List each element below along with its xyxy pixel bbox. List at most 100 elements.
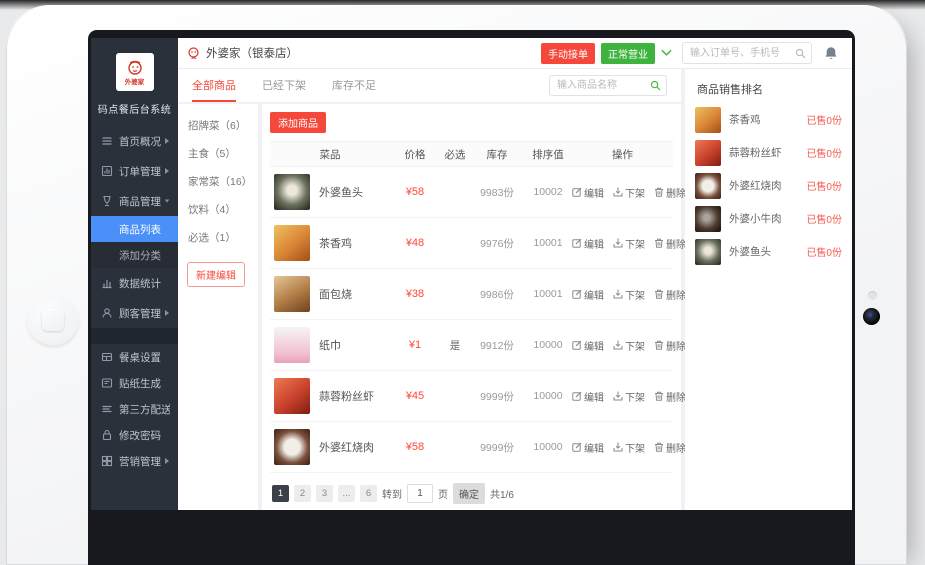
sidebar-item-sticker-generate[interactable]: 贴纸生成: [91, 370, 178, 396]
tab-low-stock[interactable]: 库存不足: [332, 69, 376, 102]
sticker-icon: [101, 377, 113, 389]
category-item-staple[interactable]: 主食（5）: [178, 140, 258, 168]
trash-icon: [654, 340, 664, 350]
off-shelf-button[interactable]: 下架: [613, 236, 645, 251]
business-status-button[interactable]: 正常营业: [601, 43, 655, 64]
delete-button[interactable]: 删除: [654, 287, 686, 302]
ranking-item[interactable]: 蒜蓉粉丝虾 已售0份: [685, 136, 852, 169]
tab-off-shelf[interactable]: 已经下架: [262, 69, 306, 102]
sidebar-item-product-list[interactable]: 商品列表: [91, 216, 178, 242]
search-icon[interactable]: [650, 80, 661, 91]
goto-confirm-button[interactable]: 确定: [453, 483, 485, 504]
page-ellipsis: ...: [338, 485, 355, 502]
edit-button[interactable]: 编辑: [572, 185, 604, 200]
system-title: 码点餐后台系统: [91, 101, 178, 116]
sidebar-item-add-category[interactable]: 添加分类: [91, 242, 178, 268]
stats-icon: [101, 277, 113, 289]
ranking-sold-count: 已售0份: [806, 244, 842, 259]
sidebar-separator: [91, 328, 178, 344]
dish-photo: [274, 174, 310, 210]
sidebar-label: 修改密码: [119, 428, 170, 443]
tabstrip-spacer: [402, 69, 549, 102]
store-name: 外婆家（银泰店）: [206, 45, 298, 61]
table-row: 外婆鱼头 ¥58 9983份 10002 编辑 下架 删除: [270, 167, 673, 218]
table-row: 外婆红烧肉 ¥58 9999份 10000 编辑 下架 删除: [270, 422, 673, 473]
home-button[interactable]: [26, 293, 80, 347]
sidebar-label: 商品管理: [119, 194, 164, 209]
topbar: 外婆家（银泰店） 手动接单 正常营业: [178, 38, 852, 69]
dish-price: ¥38: [390, 288, 440, 300]
sidebar-item-orders[interactable]: 订单管理: [91, 156, 178, 186]
sidebar-item-change-password[interactable]: 修改密码: [91, 422, 178, 448]
ranking-item[interactable]: 外婆小牛肉 已售0份: [685, 202, 852, 235]
ranking-item[interactable]: 茶香鸡 已售0份: [685, 103, 852, 136]
dish-price: ¥45: [390, 390, 440, 402]
dish-photo: [274, 378, 310, 414]
sidebar-item-third-party-delivery[interactable]: 第三方配送: [91, 396, 178, 422]
search-icon[interactable]: [795, 48, 806, 59]
edit-button[interactable]: 编辑: [572, 287, 604, 302]
chevron-right-icon: [164, 137, 170, 145]
sidebar-item-home-overview[interactable]: 首页概况: [91, 126, 178, 156]
edit-button[interactable]: 编辑: [572, 440, 604, 455]
sidebar-label: 数据统计: [119, 276, 170, 291]
chevron-right-icon: [164, 457, 170, 465]
edit-icon: [572, 289, 582, 299]
delete-button[interactable]: 删除: [654, 389, 686, 404]
category-item-required[interactable]: 必选（1）: [178, 224, 258, 252]
sidebar: 外婆家 码点餐后台系统 首页概况 订单管理 商品管理: [91, 38, 178, 510]
page-button-6[interactable]: 6: [360, 485, 377, 502]
table-row: 纸巾 ¥1 是 9912份 10000 编辑 下架 删除: [270, 320, 673, 371]
notification-bell-icon[interactable]: [824, 46, 838, 61]
sidebar-item-table-settings[interactable]: 餐桌设置: [91, 344, 178, 370]
column-header-sort: 排序值: [524, 147, 572, 162]
off-shelf-button[interactable]: 下架: [613, 338, 645, 353]
table-row: 茶香鸡 ¥48 9976份 10001 编辑 下架 删除: [270, 218, 673, 269]
category-item-signature[interactable]: 招牌菜（6）: [178, 112, 258, 140]
delete-button[interactable]: 删除: [654, 338, 686, 353]
delete-button[interactable]: 删除: [654, 236, 686, 251]
sidebar-item-customers[interactable]: 顾客管理: [91, 298, 178, 328]
off-shelf-button[interactable]: 下架: [613, 440, 645, 455]
ranking-item[interactable]: 外婆鱼头 已售0份: [685, 235, 852, 268]
add-product-button[interactable]: 添加商品: [270, 112, 326, 133]
product-search-input[interactable]: [555, 79, 650, 92]
delete-button[interactable]: 删除: [654, 185, 686, 200]
delete-button[interactable]: 删除: [654, 440, 686, 455]
dish-stock: 9986份: [470, 287, 524, 302]
page-button-1[interactable]: 1: [272, 485, 289, 502]
goto-label: 转到: [382, 486, 402, 501]
ranking-item[interactable]: 外婆红烧肉 已售0份: [685, 169, 852, 202]
goto-page-input[interactable]: [407, 484, 433, 503]
sidebar-item-products[interactable]: 商品管理: [91, 186, 178, 216]
sidebar-item-marketing[interactable]: 营销管理: [91, 448, 178, 474]
edit-button[interactable]: 编辑: [572, 389, 604, 404]
edit-button[interactable]: 编辑: [572, 338, 604, 353]
category-item-drinks[interactable]: 饮料（4）: [178, 196, 258, 224]
tab-all-products[interactable]: 全部商品: [192, 69, 236, 102]
products-icon: [101, 195, 113, 207]
category-item-homestyle[interactable]: 家常菜（16）: [178, 168, 258, 196]
sidebar-item-statistics[interactable]: 数据统计: [91, 268, 178, 298]
dish-photo: [274, 225, 310, 261]
off-shelf-icon: [613, 340, 623, 350]
brand-logo: 外婆家: [116, 53, 154, 91]
status-chevron-down-icon[interactable]: [661, 49, 672, 57]
sidebar-label: 顾客管理: [119, 306, 164, 321]
new-category-button[interactable]: 新建编辑: [187, 262, 245, 287]
page-button-3[interactable]: 3: [316, 485, 333, 502]
sidebar-label: 订单管理: [119, 164, 164, 179]
off-shelf-icon: [613, 391, 623, 401]
off-shelf-button[interactable]: 下架: [613, 287, 645, 302]
order-search-input[interactable]: [688, 47, 795, 60]
ranking-sold-count: 已售0份: [806, 112, 842, 127]
dish-name: 蒜蓉粉丝虾: [319, 388, 374, 404]
dish-sort-value: 10000: [524, 390, 572, 402]
page-button-2[interactable]: 2: [294, 485, 311, 502]
dish-price: ¥58: [390, 441, 440, 453]
dish-stock: 9912份: [470, 338, 524, 353]
off-shelf-button[interactable]: 下架: [613, 185, 645, 200]
manual-order-button[interactable]: 手动接单: [541, 43, 595, 64]
edit-button[interactable]: 编辑: [572, 236, 604, 251]
off-shelf-button[interactable]: 下架: [613, 389, 645, 404]
